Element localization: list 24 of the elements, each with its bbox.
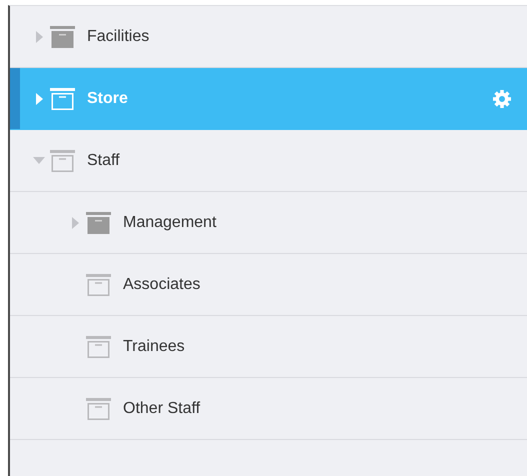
item-label: Store [87,90,128,108]
tree-item[interactable]: Management [10,192,527,254]
box-icon [86,274,111,296]
filled-box-icon [50,26,75,48]
caret-icon[interactable] [72,216,78,228]
box-icon [50,150,75,172]
item-label: Associates [123,276,200,294]
item-label: Other Staff [123,400,200,418]
item-label: Trainees [123,338,185,356]
caret-icon[interactable] [33,157,45,164]
settings-icon[interactable] [493,90,511,108]
tree-item[interactable]: Trainees [10,316,527,378]
item-label: Facilities [87,28,150,46]
box-icon [86,336,111,358]
tree-item[interactable]: Other Staff [10,378,527,440]
caret-icon[interactable] [36,92,42,104]
item-label: Management [123,214,216,232]
tree-item[interactable]: Staff [10,130,527,192]
filled-box-icon [86,212,111,234]
item-label: Staff [87,152,120,170]
caret-icon[interactable] [36,30,42,42]
box-icon [86,398,111,420]
box-icon [50,88,75,110]
tree-item[interactable]: Associates [10,254,527,316]
